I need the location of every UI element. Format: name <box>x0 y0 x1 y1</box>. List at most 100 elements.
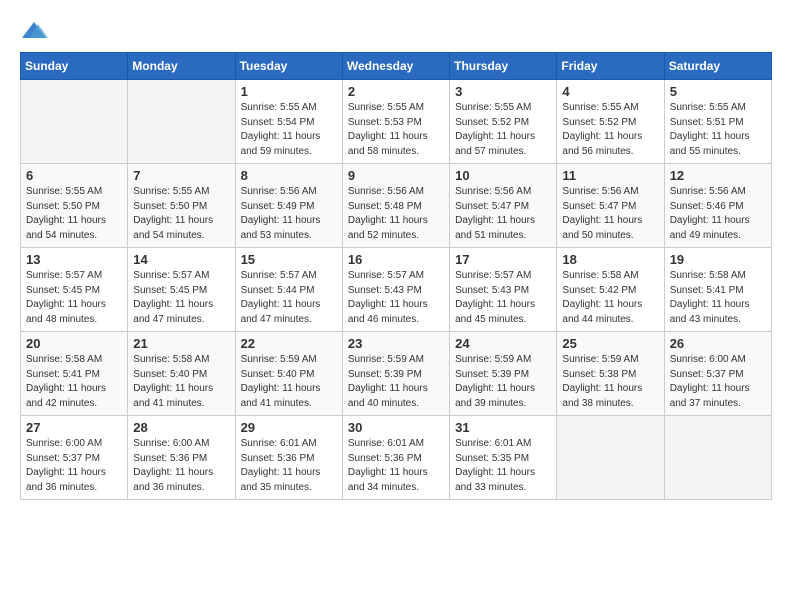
day-number: 15 <box>241 252 337 267</box>
calendar-cell <box>664 416 771 500</box>
calendar-cell: 30 Sunrise: 6:01 AM Sunset: 5:36 PM Dayli… <box>342 416 449 500</box>
weekday-header: Wednesday <box>342 53 449 80</box>
day-info: Sunrise: 5:59 AM Sunset: 5:40 PM Dayligh… <box>241 353 337 411</box>
calendar-cell: 8 Sunrise: 5:56 AM Sunset: 5:49 PM Daylig… <box>235 164 342 248</box>
calendar-cell: 14 Sunrise: 5:57 AM Sunset: 5:45 PM Dayli… <box>128 248 235 332</box>
day-info: Sunrise: 5:59 AM Sunset: 5:39 PM Dayligh… <box>455 353 551 411</box>
day-number: 8 <box>241 168 337 183</box>
calendar-cell: 6 Sunrise: 5:55 AM Sunset: 5:50 PM Daylig… <box>21 164 128 248</box>
day-info: Sunrise: 6:00 AM Sunset: 5:37 PM Dayligh… <box>670 353 766 411</box>
day-info: Sunrise: 5:57 AM Sunset: 5:45 PM Dayligh… <box>133 269 229 327</box>
calendar-week-row: 13 Sunrise: 5:57 AM Sunset: 5:45 PM Dayli… <box>21 248 772 332</box>
calendar-cell: 18 Sunrise: 5:58 AM Sunset: 5:42 PM Dayli… <box>557 248 664 332</box>
calendar-cell: 25Sunrise: 5:59 AM Sunset: 5:38 PM Dayli… <box>557 332 664 416</box>
day-number: 6 <box>26 168 122 183</box>
day-info: Sunrise: 6:00 AM Sunset: 5:36 PM Dayligh… <box>133 437 229 495</box>
day-number: 14 <box>133 252 229 267</box>
calendar-cell: 11 Sunrise: 5:56 AM Sunset: 5:47 PM Dayli… <box>557 164 664 248</box>
day-info: Sunrise: 5:57 AM Sunset: 5:43 PM Dayligh… <box>348 269 444 327</box>
calendar-cell: 23 Sunrise: 5:59 AM Sunset: 5:39 PM Dayli… <box>342 332 449 416</box>
calendar-cell: 19 Sunrise: 5:58 AM Sunset: 5:41 PM Dayli… <box>664 248 771 332</box>
calendar-cell: 20 Sunrise: 5:58 AM Sunset: 5:41 PM Dayli… <box>21 332 128 416</box>
day-number: 13 <box>26 252 122 267</box>
day-number: 25 <box>562 336 658 351</box>
day-number: 22 <box>241 336 337 351</box>
calendar-cell: 29 Sunrise: 6:01 AM Sunset: 5:36 PM Dayli… <box>235 416 342 500</box>
day-number: 5 <box>670 84 766 99</box>
calendar-body: 1Sunrise: 5:55 AM Sunset: 5:54 PM Daylig… <box>21 80 772 500</box>
calendar-cell: 17 Sunrise: 5:57 AM Sunset: 5:43 PM Dayli… <box>450 248 557 332</box>
day-number: 7 <box>133 168 229 183</box>
day-info: Sunrise: 5:58 AM Sunset: 5:40 PM Dayligh… <box>133 353 229 411</box>
day-info: Sunrise: 5:57 AM Sunset: 5:43 PM Dayligh… <box>455 269 551 327</box>
day-number: 28 <box>133 420 229 435</box>
weekday-header: Tuesday <box>235 53 342 80</box>
day-info: Sunrise: 5:55 AM Sunset: 5:52 PM Dayligh… <box>455 101 551 159</box>
calendar-cell <box>557 416 664 500</box>
day-number: 17 <box>455 252 551 267</box>
day-number: 29 <box>241 420 337 435</box>
day-number: 21 <box>133 336 229 351</box>
calendar-week-row: 6 Sunrise: 5:55 AM Sunset: 5:50 PM Daylig… <box>21 164 772 248</box>
calendar-cell <box>128 80 235 164</box>
calendar-week-row: 27Sunrise: 6:00 AM Sunset: 5:37 PM Dayli… <box>21 416 772 500</box>
calendar-cell <box>21 80 128 164</box>
calendar-week-row: 1Sunrise: 5:55 AM Sunset: 5:54 PM Daylig… <box>21 80 772 164</box>
calendar-table: SundayMondayTuesdayWednesdayThursdayFrid… <box>20 52 772 500</box>
calendar-cell: 21 Sunrise: 5:58 AM Sunset: 5:40 PM Dayli… <box>128 332 235 416</box>
weekday-header: Monday <box>128 53 235 80</box>
calendar-cell: 15 Sunrise: 5:57 AM Sunset: 5:44 PM Dayli… <box>235 248 342 332</box>
calendar-cell: 1Sunrise: 5:55 AM Sunset: 5:54 PM Daylig… <box>235 80 342 164</box>
day-info: Sunrise: 6:01 AM Sunset: 5:35 PM Dayligh… <box>455 437 551 495</box>
calendar-cell: 5 Sunrise: 5:55 AM Sunset: 5:51 PM Daylig… <box>664 80 771 164</box>
day-number: 19 <box>670 252 766 267</box>
day-number: 3 <box>455 84 551 99</box>
day-number: 11 <box>562 168 658 183</box>
day-info: Sunrise: 6:01 AM Sunset: 5:36 PM Dayligh… <box>348 437 444 495</box>
calendar-week-row: 20 Sunrise: 5:58 AM Sunset: 5:41 PM Dayli… <box>21 332 772 416</box>
day-info: Sunrise: 5:55 AM Sunset: 5:52 PM Dayligh… <box>562 101 658 159</box>
day-number: 10 <box>455 168 551 183</box>
calendar-cell: 10 Sunrise: 5:56 AM Sunset: 5:47 PM Dayli… <box>450 164 557 248</box>
day-number: 2 <box>348 84 444 99</box>
calendar-cell: 3 Sunrise: 5:55 AM Sunset: 5:52 PM Daylig… <box>450 80 557 164</box>
day-number: 30 <box>348 420 444 435</box>
day-info: Sunrise: 5:55 AM Sunset: 5:51 PM Dayligh… <box>670 101 766 159</box>
day-number: 9 <box>348 168 444 183</box>
calendar-cell: 4Sunrise: 5:55 AM Sunset: 5:52 PM Daylig… <box>557 80 664 164</box>
day-info: Sunrise: 5:55 AM Sunset: 5:50 PM Dayligh… <box>26 185 122 243</box>
day-info: Sunrise: 5:56 AM Sunset: 5:48 PM Dayligh… <box>348 185 444 243</box>
day-number: 18 <box>562 252 658 267</box>
calendar-cell: 13 Sunrise: 5:57 AM Sunset: 5:45 PM Dayli… <box>21 248 128 332</box>
calendar-cell: 24 Sunrise: 5:59 AM Sunset: 5:39 PM Dayli… <box>450 332 557 416</box>
page-header <box>20 20 772 42</box>
weekday-header: Sunday <box>21 53 128 80</box>
calendar-cell: 31 Sunrise: 6:01 AM Sunset: 5:35 PM Dayli… <box>450 416 557 500</box>
calendar-cell: 7 Sunrise: 5:55 AM Sunset: 5:50 PM Daylig… <box>128 164 235 248</box>
day-info: Sunrise: 5:58 AM Sunset: 5:42 PM Dayligh… <box>562 269 658 327</box>
day-number: 24 <box>455 336 551 351</box>
calendar-header-row: SundayMondayTuesdayWednesdayThursdayFrid… <box>21 53 772 80</box>
day-info: Sunrise: 5:55 AM Sunset: 5:54 PM Dayligh… <box>241 101 337 159</box>
day-info: Sunrise: 5:58 AM Sunset: 5:41 PM Dayligh… <box>670 269 766 327</box>
day-number: 16 <box>348 252 444 267</box>
day-info: Sunrise: 5:56 AM Sunset: 5:47 PM Dayligh… <box>455 185 551 243</box>
day-number: 23 <box>348 336 444 351</box>
day-info: Sunrise: 5:56 AM Sunset: 5:47 PM Dayligh… <box>562 185 658 243</box>
logo <box>20 20 52 42</box>
day-info: Sunrise: 5:55 AM Sunset: 5:50 PM Dayligh… <box>133 185 229 243</box>
calendar-cell: 22 Sunrise: 5:59 AM Sunset: 5:40 PM Dayli… <box>235 332 342 416</box>
calendar-cell: 16 Sunrise: 5:57 AM Sunset: 5:43 PM Dayli… <box>342 248 449 332</box>
calendar-cell: 26Sunrise: 6:00 AM Sunset: 5:37 PM Dayli… <box>664 332 771 416</box>
day-info: Sunrise: 5:57 AM Sunset: 5:45 PM Dayligh… <box>26 269 122 327</box>
day-info: Sunrise: 5:56 AM Sunset: 5:49 PM Dayligh… <box>241 185 337 243</box>
weekday-header: Thursday <box>450 53 557 80</box>
day-info: Sunrise: 5:58 AM Sunset: 5:41 PM Dayligh… <box>26 353 122 411</box>
calendar-cell: 9 Sunrise: 5:56 AM Sunset: 5:48 PM Daylig… <box>342 164 449 248</box>
day-number: 20 <box>26 336 122 351</box>
day-info: Sunrise: 6:01 AM Sunset: 5:36 PM Dayligh… <box>241 437 337 495</box>
day-info: Sunrise: 5:59 AM Sunset: 5:39 PM Dayligh… <box>348 353 444 411</box>
day-info: Sunrise: 5:57 AM Sunset: 5:44 PM Dayligh… <box>241 269 337 327</box>
day-info: Sunrise: 5:56 AM Sunset: 5:46 PM Dayligh… <box>670 185 766 243</box>
day-number: 31 <box>455 420 551 435</box>
